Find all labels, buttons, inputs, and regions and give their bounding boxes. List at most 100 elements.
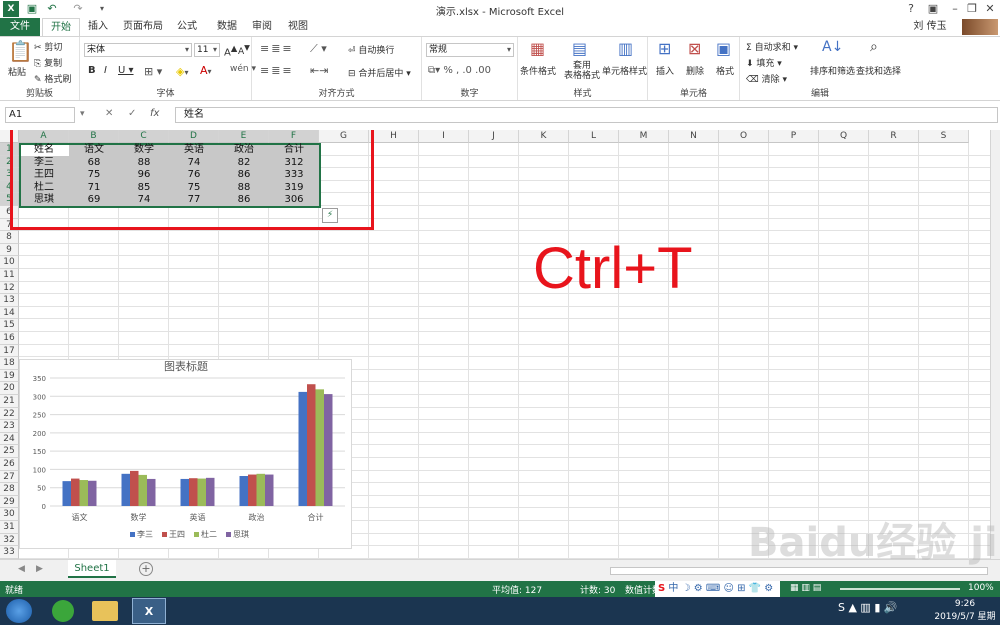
browser-icon[interactable] bbox=[52, 600, 74, 622]
vertical-align-icons[interactable]: ≡≣≡ bbox=[260, 42, 294, 55]
tab-formulas[interactable]: 公式 bbox=[170, 18, 204, 36]
insert-cells-icon[interactable]: ⊞ bbox=[658, 39, 671, 58]
sort-filter-button[interactable]: 排序和筛选 bbox=[810, 64, 855, 77]
row-header-12[interactable]: 12 bbox=[0, 281, 19, 295]
conditional-format-button[interactable]: 条件格式 bbox=[520, 64, 556, 77]
row-header-31[interactable]: 31 bbox=[0, 521, 19, 534]
format-table-icon[interactable]: ▤ bbox=[572, 39, 587, 58]
paste-button[interactable]: 粘贴 bbox=[8, 65, 26, 78]
excel-taskbar-icon[interactable]: X bbox=[132, 598, 166, 624]
format-as-table-button[interactable]: 套用 表格格式 bbox=[564, 61, 600, 81]
name-box-dropdown-icon[interactable]: ▾ bbox=[80, 109, 85, 119]
number-format-combo[interactable]: 常规 ▾ bbox=[426, 43, 514, 57]
format-cells-button[interactable]: 格式 bbox=[716, 64, 734, 77]
vertical-scrollbar[interactable] bbox=[990, 130, 1000, 559]
row-header-21[interactable]: 21 bbox=[0, 395, 19, 408]
view-icons[interactable]: ▦ ▥ ▤ bbox=[790, 583, 821, 593]
row-header-26[interactable]: 26 bbox=[0, 458, 19, 471]
user-name[interactable]: 刘 传玉 bbox=[900, 18, 960, 36]
tab-data[interactable]: 数据 bbox=[210, 18, 244, 36]
tab-page-layout[interactable]: 页面布局 bbox=[118, 18, 168, 36]
row-header-11[interactable]: 11 bbox=[0, 269, 19, 282]
orientation-icon[interactable]: ⟋ ▾ bbox=[310, 42, 327, 56]
column-header-S[interactable]: S bbox=[919, 130, 969, 143]
name-box[interactable]: A1 bbox=[5, 107, 75, 123]
horizontal-align-icons[interactable]: ≡≣≡ bbox=[260, 64, 294, 77]
row-header-29[interactable]: 29 bbox=[0, 495, 19, 509]
number-format-icons[interactable]: ⧉▾ % , .0 .00 bbox=[428, 65, 491, 76]
cell-styles-icon[interactable]: ▥ bbox=[618, 39, 633, 58]
row-header-20[interactable]: 20 bbox=[0, 382, 19, 395]
tray-icons[interactable]: S ▲ ▥ ▮ 🔊 bbox=[838, 601, 898, 614]
row-header-32[interactable]: 32 bbox=[0, 533, 19, 547]
column-header-K[interactable]: K bbox=[519, 130, 569, 143]
zoom-level[interactable]: 100% bbox=[968, 583, 994, 593]
column-header-R[interactable]: R bbox=[869, 130, 919, 143]
worksheet-grid[interactable]: ABCDEFGHIJKLMNOPQRS 1 2 3 4 5 6 7 8 9 10 11 12 13 14 1… bbox=[0, 130, 990, 559]
column-header-H[interactable]: H bbox=[369, 130, 419, 143]
sheet-next-icon[interactable]: ▶ bbox=[36, 564, 43, 574]
underline-button[interactable]: U ▾ bbox=[118, 65, 134, 76]
row-header-24[interactable]: 24 bbox=[0, 432, 19, 446]
font-color-icon[interactable]: A▾ bbox=[200, 64, 212, 77]
insert-function-button[interactable]: fx bbox=[150, 108, 159, 119]
tab-review[interactable]: 审阅 bbox=[246, 18, 278, 36]
sheet-prev-icon[interactable]: ◀ bbox=[18, 564, 25, 574]
enter-icon[interactable]: ✓ bbox=[128, 108, 136, 119]
merge-center-button[interactable]: ⊟ 合并后居中 ▾ bbox=[348, 66, 411, 79]
ime-toolbar[interactable]: S 中 ☽ ⚙ ⌨ ☺ ⊞ 👕 ⚙ bbox=[655, 581, 780, 597]
fill-button[interactable]: ⬇ 填充 ▾ bbox=[746, 56, 782, 69]
row-header-17[interactable]: 17 bbox=[0, 344, 19, 358]
column-header-L[interactable]: L bbox=[569, 130, 619, 143]
font-size-combo[interactable]: 11 ▾ bbox=[194, 43, 220, 57]
row-header-19[interactable]: 19 bbox=[0, 369, 19, 383]
delete-cells-button[interactable]: 删除 bbox=[686, 64, 704, 77]
tab-home[interactable]: 开始 bbox=[42, 18, 80, 37]
row-header-13[interactable]: 13 bbox=[0, 294, 19, 307]
tab-view[interactable]: 视图 bbox=[282, 18, 314, 36]
column-header-Q[interactable]: Q bbox=[819, 130, 869, 143]
format-cells-icon[interactable]: ▣ bbox=[716, 39, 731, 58]
indent-icons[interactable]: ⇤⇥ bbox=[310, 64, 328, 77]
row-header-25[interactable]: 25 bbox=[0, 445, 19, 458]
folder-icon[interactable] bbox=[92, 601, 118, 621]
sheet-tab-sheet1[interactable]: Sheet1 bbox=[68, 560, 116, 578]
chart[interactable]: 图表标题 0 50 100 150 200 250 300 350 语文 数学 英语 政治 合计 李三 王四 杜… bbox=[19, 359, 352, 549]
insert-cells-button[interactable]: 插入 bbox=[656, 64, 674, 77]
column-header-M[interactable]: M bbox=[619, 130, 669, 143]
row-header-15[interactable]: 15 bbox=[0, 319, 19, 332]
binoculars-icon[interactable]: ⌕ bbox=[870, 39, 878, 55]
column-header-P[interactable]: P bbox=[769, 130, 819, 143]
bold-button[interactable]: B bbox=[88, 65, 96, 76]
clock[interactable]: 9:26 2019/5/7 星期二 bbox=[930, 599, 1000, 635]
start-button[interactable] bbox=[6, 599, 32, 623]
tab-file[interactable]: 文件 bbox=[0, 18, 40, 36]
italic-button[interactable]: I bbox=[104, 65, 107, 76]
formula-input[interactable]: 姓名 bbox=[175, 107, 998, 123]
help-button[interactable]: ? bbox=[900, 0, 922, 17]
ribbon-display-button[interactable]: ▣ bbox=[922, 0, 944, 17]
column-header-I[interactable]: I bbox=[419, 130, 469, 143]
fill-color-icon[interactable]: ◈▾ bbox=[176, 65, 188, 78]
border-icon[interactable]: ⊞ ▾ bbox=[144, 65, 162, 78]
cell-styles-button[interactable]: 单元格样式 bbox=[602, 64, 647, 77]
format-painter-button[interactable]: ✎ 格式刷 bbox=[34, 72, 71, 85]
row-header-8[interactable]: 8 bbox=[0, 231, 19, 244]
row-header-30[interactable]: 30 bbox=[0, 508, 19, 521]
autosum-button[interactable]: Σ 自动求和 ▾ bbox=[746, 40, 798, 53]
delete-cells-icon[interactable]: ⊠ bbox=[688, 39, 701, 58]
row-header-27[interactable]: 27 bbox=[0, 470, 19, 484]
row-header-23[interactable]: 23 bbox=[0, 420, 19, 433]
sort-filter-icon[interactable]: A↓ bbox=[822, 39, 843, 55]
shrink-font-button[interactable]: A▼ bbox=[238, 43, 250, 57]
cancel-icon[interactable]: ✕ bbox=[105, 108, 113, 119]
horizontal-scrollbar[interactable] bbox=[610, 567, 988, 575]
row-header-18[interactable]: 18 bbox=[0, 357, 19, 370]
close-button[interactable]: ✕ bbox=[979, 0, 1000, 17]
column-header-J[interactable]: J bbox=[469, 130, 519, 143]
clear-button[interactable]: ⌫ 清除 ▾ bbox=[746, 72, 787, 85]
cut-button[interactable]: ✂ 剪切 bbox=[34, 40, 62, 53]
paste-icon[interactable]: 📋 bbox=[8, 39, 33, 63]
column-header-N[interactable]: N bbox=[669, 130, 719, 143]
wrap-text-button[interactable]: ⏎ 自动换行 bbox=[348, 43, 394, 56]
